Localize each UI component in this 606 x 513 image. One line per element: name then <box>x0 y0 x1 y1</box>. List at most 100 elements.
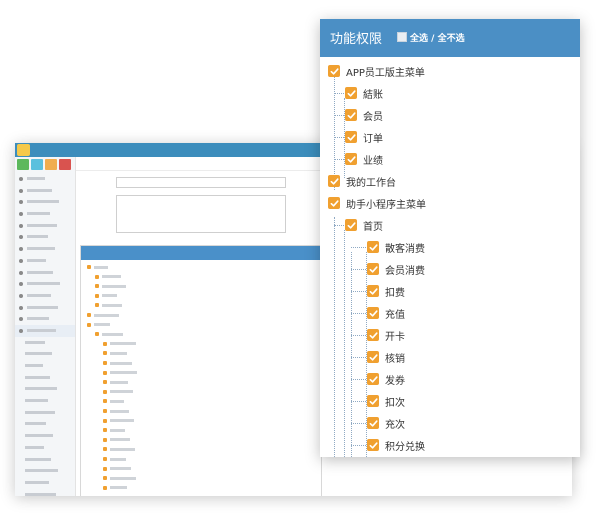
quick-button-orange[interactable] <box>45 159 57 170</box>
menu-icon <box>19 293 23 298</box>
background-tree-node <box>103 408 129 418</box>
checkmark-icon <box>95 274 99 279</box>
sidebar-item[interactable] <box>15 383 75 395</box>
tree-node-label: 首页 <box>363 221 383 233</box>
sidebar-item[interactable] <box>15 418 75 430</box>
sidebar-item[interactable] <box>15 313 75 325</box>
tree-node[interactable]: APP员工版主菜单 <box>328 63 425 79</box>
square-icon[interactable] <box>397 32 407 42</box>
sidebar-item[interactable] <box>15 430 75 442</box>
sidebar-item[interactable] <box>15 231 75 243</box>
checkmark-icon[interactable] <box>367 351 379 363</box>
checkmark-icon[interactable] <box>367 241 379 253</box>
tree-node[interactable]: 充值 <box>367 305 405 321</box>
sidebar-item[interactable] <box>15 185 75 197</box>
checkmark-icon <box>103 399 107 404</box>
background-tree-label <box>110 361 132 365</box>
checkmark-icon[interactable] <box>367 417 379 429</box>
tree-node[interactable]: 首页 <box>345 217 383 233</box>
checkmark-icon[interactable] <box>345 153 357 165</box>
sidebar-item-label <box>25 492 56 496</box>
tree-node[interactable]: 核销 <box>367 349 405 365</box>
tree-connector <box>334 225 344 226</box>
tree-connector <box>334 93 344 94</box>
select-all-links: 全选 / 全不选 <box>410 31 465 44</box>
sidebar-item[interactable] <box>15 324 75 337</box>
sidebar-item[interactable] <box>15 454 75 466</box>
checkmark-icon[interactable] <box>345 131 357 143</box>
sidebar-item[interactable] <box>15 395 75 407</box>
checkmark-icon[interactable] <box>345 87 357 99</box>
checkmark-icon[interactable] <box>328 197 340 209</box>
checkmark-icon[interactable] <box>328 65 340 77</box>
select-all-link[interactable]: 全选 <box>410 34 428 44</box>
remark-textarea[interactable] <box>116 195 286 233</box>
checkmark-icon[interactable] <box>367 395 379 407</box>
tree-node-label: 会员消费 <box>385 265 425 277</box>
tree-node-label: APP员工版主菜单 <box>346 67 425 79</box>
checkmark-icon[interactable] <box>367 307 379 319</box>
tree-node[interactable]: 我的工作台 <box>328 173 396 189</box>
sidebar-item[interactable] <box>15 477 75 489</box>
sidebar-item[interactable] <box>15 465 75 477</box>
menu-icon <box>19 200 23 205</box>
sidebar-item[interactable] <box>15 243 75 255</box>
tree-node[interactable]: 結账 <box>345 85 383 101</box>
tree-node[interactable]: 充次 <box>367 415 405 431</box>
tree-connector <box>351 445 366 446</box>
quick-button-red[interactable] <box>59 159 71 170</box>
tree-node[interactable]: 扣费 <box>367 283 405 299</box>
sidebar-item[interactable] <box>15 208 75 220</box>
tree-node[interactable]: 订单 <box>345 129 383 145</box>
sidebar-item[interactable] <box>15 255 75 267</box>
sidebar-item[interactable] <box>15 442 75 454</box>
checkmark-icon[interactable] <box>328 175 340 187</box>
quick-button-green[interactable] <box>17 159 29 170</box>
sidebar-item[interactable] <box>15 302 75 314</box>
sidebar-item[interactable] <box>15 360 75 372</box>
background-tree-label <box>110 390 133 394</box>
tree-node-label: 扣费 <box>385 287 405 299</box>
background-tree-node <box>95 274 121 284</box>
sidebar-item[interactable] <box>15 173 75 185</box>
sidebar-item[interactable] <box>15 196 75 208</box>
quick-button-blue[interactable] <box>31 159 43 170</box>
tree-connector <box>334 217 335 457</box>
sidebar-item[interactable] <box>15 220 75 232</box>
background-tree-node <box>103 427 125 437</box>
tree-node[interactable]: 积分兑换 <box>367 437 425 453</box>
tree-node[interactable]: 发券 <box>367 371 405 387</box>
checkmark-icon[interactable] <box>367 263 379 275</box>
tree-connector <box>351 357 366 358</box>
deselect-all-link[interactable]: 全不选 <box>438 34 465 44</box>
checkmark-icon[interactable] <box>367 439 379 451</box>
tree-node[interactable]: 业绩 <box>345 151 383 167</box>
tree-node[interactable]: 助手小程序主菜单 <box>328 195 426 211</box>
checkmark-icon[interactable] <box>345 219 357 231</box>
sidebar-item[interactable] <box>15 348 75 360</box>
sidebar-item[interactable] <box>15 267 75 279</box>
tree-node[interactable]: 会员 <box>345 107 383 123</box>
menu-icon <box>19 188 23 193</box>
checkmark-icon[interactable] <box>367 373 379 385</box>
tree-node-label: 积分兑换 <box>385 441 425 453</box>
tree-node[interactable]: 散客消费 <box>367 239 425 255</box>
tree-node[interactable]: 扣次 <box>367 393 405 409</box>
tree-node[interactable]: 开卡 <box>367 327 405 343</box>
sidebar-item[interactable] <box>15 337 75 349</box>
checkmark-icon[interactable] <box>367 329 379 341</box>
sidebar-item[interactable] <box>15 407 75 419</box>
background-tree-label <box>102 275 121 279</box>
checkmark-icon[interactable] <box>345 109 357 121</box>
sidebar-item-label <box>27 293 51 297</box>
app-logo <box>17 144 30 156</box>
role-name-input[interactable] <box>116 177 286 188</box>
tree-node-label: 会员 <box>363 111 383 123</box>
checkmark-icon[interactable] <box>367 285 379 297</box>
sidebar-item[interactable] <box>15 372 75 384</box>
sidebar-item[interactable] <box>15 278 75 290</box>
background-tree-label <box>110 380 128 384</box>
sidebar-item[interactable] <box>15 290 75 302</box>
sidebar-item[interactable] <box>15 489 75 496</box>
tree-node[interactable]: 会员消费 <box>367 261 425 277</box>
